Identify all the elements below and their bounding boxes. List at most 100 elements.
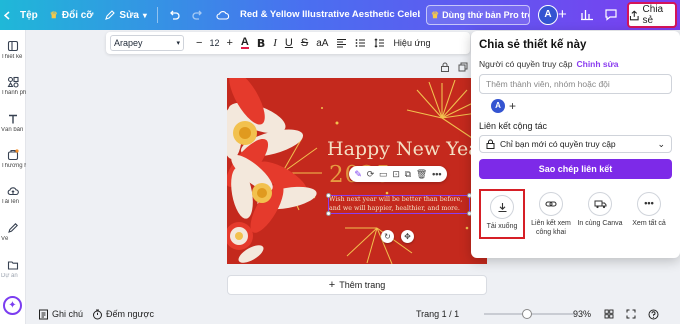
line-spacing-icon xyxy=(374,38,385,48)
zoom-slider-handle[interactable] xyxy=(521,309,532,319)
more-icon[interactable]: ••• xyxy=(432,169,441,179)
avatar[interactable]: A xyxy=(538,5,558,25)
sidebar-item-uploads[interactable]: Tải lên xyxy=(0,185,26,205)
strikethrough-button[interactable]: S xyxy=(297,35,312,51)
sidebar-item-label: Thành phần xyxy=(1,90,26,96)
insights-button[interactable] xyxy=(580,7,594,24)
undo-icon xyxy=(170,10,180,20)
refresh-icon[interactable]: ⟳ xyxy=(367,169,375,180)
lock-icon[interactable] xyxy=(440,62,450,72)
text-format-toolbar: Arapey ▾ − 12 + A B I U S aA Hiệu ứng xyxy=(106,32,470,54)
download-action[interactable]: Tải xuống xyxy=(479,189,525,239)
underline-button[interactable]: U xyxy=(281,35,297,51)
chevron-down-icon: ⌄ xyxy=(657,138,665,149)
page-indicator[interactable]: Trang 1 / 1 xyxy=(416,309,459,319)
add-collaborator-button[interactable]: + xyxy=(558,6,567,23)
share-panel: Chia sẻ thiết kế này Người có quyền truy… xyxy=(471,31,680,258)
bottom-bar: Ghi chú Đếm ngược Trang 1 / 1 93% xyxy=(26,304,680,324)
invite-input[interactable]: Thêm thành viên, nhóm hoặc đội xyxy=(479,74,672,94)
print-action[interactable]: In cùng Canva xyxy=(577,189,623,239)
share-button[interactable]: Chia sẻ xyxy=(627,2,677,28)
effects-button[interactable]: Hiệu ứng xyxy=(389,35,434,51)
underline-icon: U xyxy=(284,37,293,49)
lock-icon[interactable]: ⊡ xyxy=(392,169,400,180)
resize-handle[interactable] xyxy=(326,193,331,198)
resize-handle[interactable] xyxy=(326,211,331,216)
edit-mode-label: Sửa xyxy=(119,9,139,21)
comment-icon[interactable]: ▭ xyxy=(379,169,388,180)
font-size-input[interactable]: 12 xyxy=(206,38,222,48)
copy-link-button[interactable]: Sao chép liên kết xyxy=(479,159,672,179)
resize-label: Đổi cỡ xyxy=(61,9,94,21)
sidebar-item-label: Tải lên xyxy=(1,199,20,205)
undo-button[interactable] xyxy=(162,0,186,30)
share-panel-title: Chia sẻ thiết kế này xyxy=(479,39,587,51)
zoom-value: 93% xyxy=(573,309,592,319)
trash-icon[interactable]: 🗑 xyxy=(416,169,427,180)
sidebar-item-text[interactable]: Văn bản xyxy=(0,113,26,133)
see-all-action[interactable]: ••• Xem tất cả xyxy=(626,189,672,239)
letter-case-button[interactable]: aA xyxy=(312,35,332,51)
align-button[interactable] xyxy=(332,35,351,51)
comments-button[interactable] xyxy=(604,7,618,24)
sidebar-item-elements[interactable]: Thành phần xyxy=(0,76,26,96)
zoom-level[interactable]: 93% xyxy=(573,309,591,319)
text-icon xyxy=(9,114,17,124)
brand-icon xyxy=(7,149,19,161)
zoom-slider[interactable] xyxy=(484,309,576,319)
file-menu-label: Tệp xyxy=(20,9,38,21)
slide-heading[interactable]: Happy New Year xyxy=(327,138,487,160)
avatar[interactable]: A xyxy=(491,99,505,113)
move-button[interactable]: ✥ xyxy=(401,230,414,243)
chevron-down-icon: ▾ xyxy=(142,10,147,20)
fullscreen-button[interactable] xyxy=(626,309,636,319)
font-family-select[interactable]: Arapey ▾ xyxy=(110,35,184,51)
add-member-button[interactable]: + xyxy=(509,99,516,113)
copy-icon[interactable]: ⧉ xyxy=(405,169,411,180)
help-button[interactable] xyxy=(648,309,659,320)
pro-trial-button[interactable]: ♛ Dùng thử bản Pro tro... xyxy=(426,5,530,25)
crown-icon: ♛ xyxy=(49,9,58,20)
element-quick-toolbar: ✎ ⟳ ▭ ⊡ ⧉ 🗑 ••• xyxy=(349,166,447,182)
lock-icon xyxy=(486,139,495,149)
decrease-font-size-button[interactable]: − xyxy=(192,35,206,51)
increase-font-size-button[interactable]: + xyxy=(222,35,236,51)
sidebar-item-design[interactable]: Thiết kế xyxy=(0,40,26,60)
sidebar-item-projects[interactable]: Dự án xyxy=(0,259,26,279)
edit-mode-button[interactable]: Sửa ▾ xyxy=(99,0,153,30)
grid-view-button[interactable] xyxy=(604,309,614,319)
timer-button[interactable]: Đếm ngược xyxy=(92,309,154,320)
list-button[interactable] xyxy=(351,35,370,51)
add-page-label: Thêm trang xyxy=(339,280,386,290)
document-title[interactable]: Red & Yellow Illustrative Aesthetic Cele… xyxy=(240,0,420,30)
file-menu[interactable]: Tệp xyxy=(14,0,44,30)
notes-label: Ghi chú xyxy=(52,309,84,319)
divider xyxy=(156,7,158,23)
collab-access-select[interactable]: Chỉ bạn mới có quyền truy cập ⌄ xyxy=(479,135,672,153)
move-icon: ✥ xyxy=(404,232,411,241)
resize-button[interactable]: ♛ Đổi cỡ xyxy=(44,0,100,30)
page-indicator-label: Trang 1 / 1 xyxy=(416,309,460,319)
sidebar-item-brand[interactable]: Thương hiệu xyxy=(0,149,26,169)
crown-icon: ♛ xyxy=(431,9,440,20)
add-page-button[interactable]: + Thêm trang xyxy=(227,275,487,295)
rotate-button[interactable]: ↻ xyxy=(381,230,394,243)
bold-button[interactable]: B xyxy=(253,35,269,51)
letter-case-icon: aA xyxy=(316,37,329,49)
magic-write-icon[interactable]: ✎ xyxy=(354,169,362,180)
menu-chevron-left[interactable] xyxy=(0,0,14,30)
chevron-left-icon xyxy=(4,10,10,20)
cloud-save-button[interactable] xyxy=(210,0,236,30)
italic-button[interactable]: I xyxy=(269,35,281,51)
list-icon xyxy=(356,39,366,47)
edit-access-link[interactable]: Chỉnh sửa xyxy=(576,59,618,69)
spacing-button[interactable] xyxy=(370,35,389,51)
redo-button[interactable] xyxy=(186,0,210,30)
duplicate-page-icon[interactable] xyxy=(458,62,468,72)
sidebar-item-draw[interactable]: Vẽ xyxy=(0,222,26,242)
magic-button[interactable]: ✦ xyxy=(3,296,22,315)
text-color-button[interactable]: A xyxy=(237,35,253,51)
sidebar-item-label: Văn bản xyxy=(1,127,24,133)
notes-button[interactable]: Ghi chú xyxy=(38,309,83,320)
public-link-action[interactable]: Liên kết xem công khai xyxy=(528,189,574,239)
